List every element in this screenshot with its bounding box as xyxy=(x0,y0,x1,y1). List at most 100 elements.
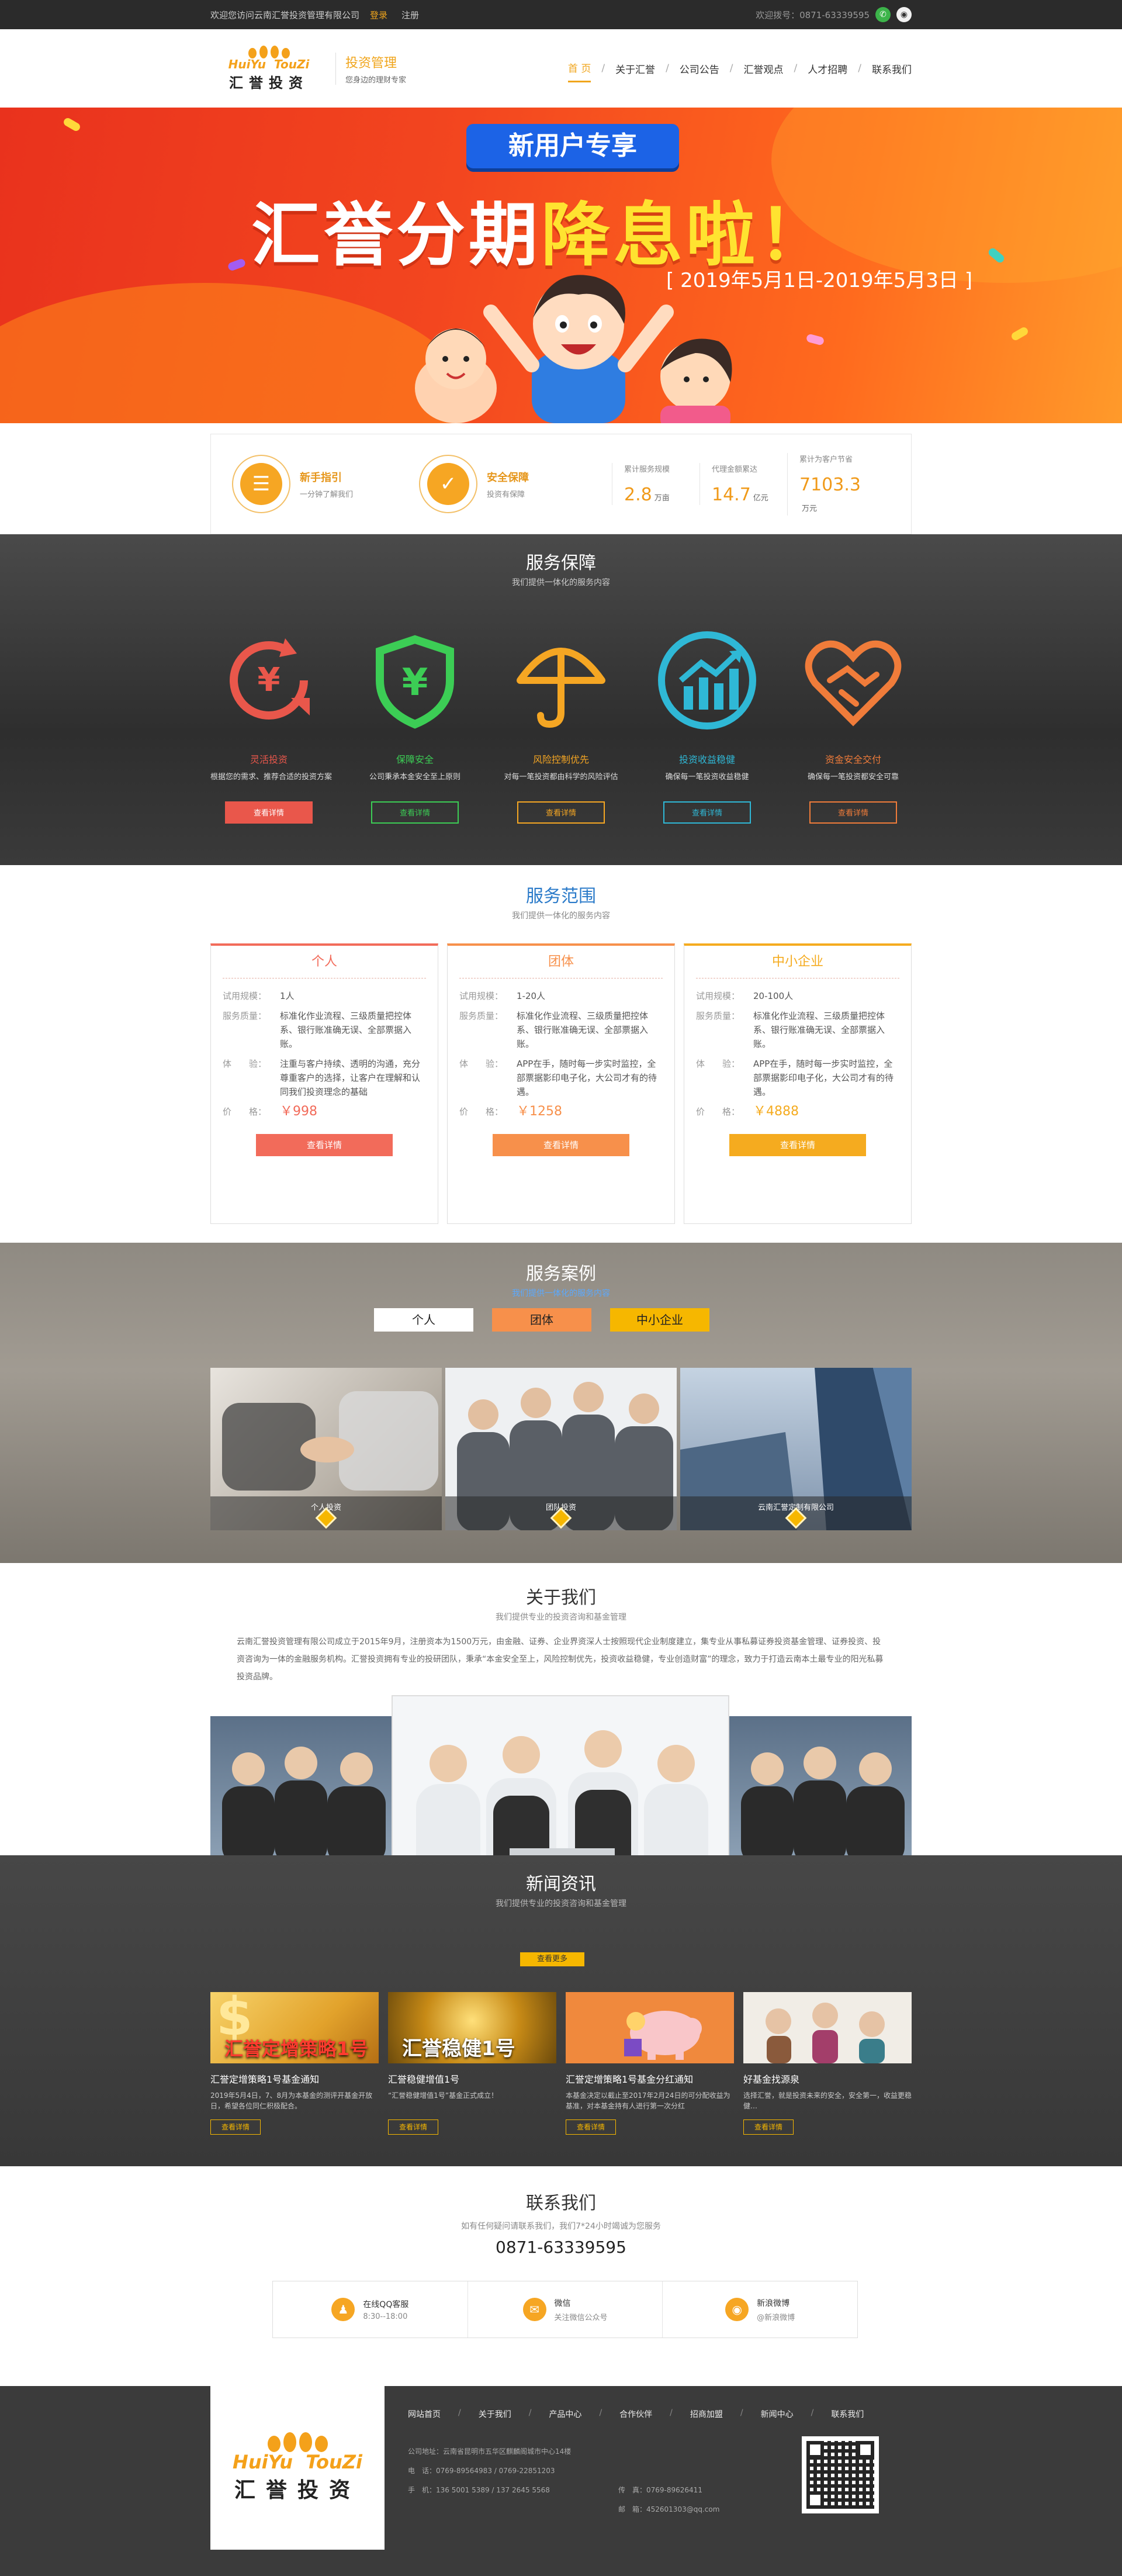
contact-detail: 8:30--18:00 xyxy=(363,2312,408,2321)
stat-label: 累计服务规模 xyxy=(624,465,670,474)
news-title: 汇誉定增策略1号基金分红通知 xyxy=(566,2074,694,2085)
guarantee-name: 资金安全交付 xyxy=(825,754,881,765)
footer-nav-contact[interactable]: 联系我们 xyxy=(831,2408,864,2420)
price: ￥4888 xyxy=(753,1104,799,1119)
case-card[interactable]: 团队投资 xyxy=(445,1368,677,1530)
stat-value: 14.7 xyxy=(712,485,751,505)
news-image-text: 汇誉稳健1号 xyxy=(402,2037,515,2060)
footer-nav-franchise[interactable]: 招商加盟 xyxy=(690,2408,723,2420)
logo[interactable]: HuiYu TouZi 汇誉投资 xyxy=(210,45,327,92)
guarantee-detail-button[interactable]: 查看详情 xyxy=(663,801,751,824)
contact-subtitle: 如有任何疑问请联系我们，我们7*24小时竭诚为您服务 xyxy=(461,2222,661,2231)
footer-nav-products[interactable]: 产品中心 xyxy=(549,2408,581,2420)
row-value: 标准化作业流程、三级质量把控体系、银行账准确无误、全部票据入账。 xyxy=(517,1011,649,1049)
guarantee-desc: 对每一笔投资都由科学的风险评估 xyxy=(504,773,618,782)
logo-en-left: HuiYu xyxy=(228,57,266,71)
row-value: 1-20人 xyxy=(517,991,546,1001)
news-detail-button[interactable]: 查看详情 xyxy=(743,2119,794,2135)
handshake-heart-icon xyxy=(805,640,902,727)
wechat-icon[interactable]: ✆ xyxy=(875,7,891,22)
growth-chart-icon xyxy=(658,631,756,729)
headline-part-b: 降息啦！ xyxy=(541,195,832,275)
nav-home[interactable]: 首 页 xyxy=(567,54,591,82)
guarantee-item: 资金安全交付 确保每一笔投资都安全可靠 查看详情 xyxy=(795,622,912,824)
footer-nav-home[interactable]: 网站首页 xyxy=(408,2408,441,2420)
contact-label: 在线QQ客服 xyxy=(363,2300,409,2309)
guarantee-item: 风险控制优先 对每一笔投资都由科学的风险评估 查看详情 xyxy=(503,622,619,824)
footer-fax: 传 真：0769-89626411 xyxy=(618,2486,702,2494)
news-more-button[interactable]: 查看更多 xyxy=(520,1952,584,1966)
section-subtitle: 我们提供专业的投资咨询和基金管理 xyxy=(496,1899,626,1908)
footer-info: 公司地址：云南省昆明市五华区麒麟阁城市中心14楼 电 话：0769-895649… xyxy=(408,2442,770,2519)
card-detail-button[interactable]: 查看详情 xyxy=(729,1134,866,1156)
cartoon-people-illustration xyxy=(415,275,732,423)
nav-views[interactable]: 汇誉观点 xyxy=(744,56,784,82)
nav-notice[interactable]: 公司公告 xyxy=(680,56,719,82)
row-key: 体 验： xyxy=(223,1059,267,1069)
yen-shield-icon: ¥ xyxy=(376,635,454,729)
welcome-text: 欢迎您访问云南汇誉投资管理有限公司 xyxy=(210,9,360,20)
scope-card-group: 团体 试用规模： 1-20人 服务质量： 标准化作业流程、三级质量把控体系、银行账准… xyxy=(447,943,675,1224)
feature-guide[interactable]: ☰ 新手指引 一分钟了解我们 xyxy=(232,455,419,513)
stat-value: 2.8 xyxy=(624,485,652,505)
news-item[interactable]: 好基金找源泉 选择汇誉，就是投资未来的安全，安全第一，收益更稳健… 查看详情 xyxy=(743,1992,912,2135)
card-detail-button[interactable]: 查看详情 xyxy=(256,1134,393,1156)
nav-jobs[interactable]: 人才招聘 xyxy=(808,56,847,82)
news-item[interactable]: 汇誉定增策略1号基金分红通知 本基金决定以截止至2017年2月24日的可分配收益… xyxy=(566,1992,734,2135)
guarantee-item: ¥ 灵活投资 根据您的需求、推荐合适的投资方案 查看详情 xyxy=(210,622,332,824)
weibo-icon[interactable]: ◉ xyxy=(896,7,912,22)
footer-email: 邮 箱：452601303@qq.com xyxy=(618,2505,720,2513)
register-link[interactable]: 注册 xyxy=(401,9,419,21)
news-detail-button[interactable]: 查看详情 xyxy=(566,2119,616,2135)
news-detail-button[interactable]: 查看详情 xyxy=(388,2119,438,2135)
brand-title: 投资管理 xyxy=(345,56,397,71)
paw-icon xyxy=(267,2432,328,2452)
tab-personal[interactable]: 个人 xyxy=(374,1308,473,1332)
stat-unit: 万元 xyxy=(802,504,818,513)
row-value: 注重与客户持续、透明的沟通，充分尊重客户的选择，让客户在理解和认同我们投资理念的… xyxy=(280,1059,421,1097)
row-value: 标准化作业流程、三级质量把控体系、银行账准确无误、全部票据入账。 xyxy=(753,1011,885,1049)
contact-wechat[interactable]: ✉ 微信 关注微信公众号 xyxy=(468,2281,663,2338)
feature-security[interactable]: ✓ 安全保障 投资有保障 xyxy=(419,455,606,513)
stat-unit: 万亩 xyxy=(654,494,670,503)
news-title: 汇誉稳健增值1号 xyxy=(388,2074,460,2085)
promo-banner[interactable]: 新用户专享 汇誉分期降息啦！ [ 2019年5月1日-2019年5月3日 ] xyxy=(0,108,1122,423)
logo-en-right: TouZi xyxy=(273,57,310,71)
contact-phone[interactable]: 0871-63339595 xyxy=(0,2238,1122,2257)
contact-detail: @新浪微博 xyxy=(757,2313,795,2322)
news-item[interactable]: 汇誉稳健1号 汇誉稳健增值1号 “汇誉稳健增值1号”基金正式成立！ 查看详情 xyxy=(388,1992,556,2135)
row-key: 服务质量： xyxy=(459,1011,504,1021)
stat-item: 累计服务规模 2.8 万亩 xyxy=(612,463,694,505)
card-detail-button[interactable]: 查看详情 xyxy=(493,1134,629,1156)
news-desc: “汇誉稳健增值1号”基金正式成立！ xyxy=(388,2091,498,2100)
row-key: 服务质量： xyxy=(223,1011,267,1021)
card-title: 团体 xyxy=(459,946,663,978)
guarantee-detail-button[interactable]: 查看详情 xyxy=(517,801,605,824)
tab-group[interactable]: 团体 xyxy=(492,1308,591,1332)
guarantee-detail-button[interactable]: 查看详情 xyxy=(225,801,313,824)
contact-weibo[interactable]: ◉ 新浪微博 @新浪微博 xyxy=(663,2281,857,2338)
news-detail-button[interactable]: 查看详情 xyxy=(210,2119,261,2135)
stat-item: 累计为客户节省 7103.3 万元 xyxy=(787,452,869,516)
nav-contact[interactable]: 联系我们 xyxy=(872,56,912,82)
logo-cn: 汇誉投资 xyxy=(234,2478,361,2502)
login-link[interactable]: 登录 xyxy=(370,9,387,21)
guarantee-name: 投资收益稳健 xyxy=(678,754,735,765)
nav-about[interactable]: 关于汇誉 xyxy=(615,56,655,82)
news-title: 好基金找源泉 xyxy=(743,2074,800,2085)
footer-nav-about[interactable]: 关于我们 xyxy=(479,2408,511,2420)
main-nav: 首 页 / 关于汇誉 / 公司公告 / 汇誉观点 / 人才招聘 / 联系我们 xyxy=(567,54,912,82)
footer-logo[interactable]: HuiYu TouZi 汇誉投资 xyxy=(210,2386,385,2550)
row-key: 试用规模： xyxy=(459,991,504,1001)
tab-sme[interactable]: 中小企业 xyxy=(610,1308,709,1332)
contact-qq[interactable]: ♟ 在线QQ客服 8:30--18:00 xyxy=(273,2281,468,2338)
guarantee-detail-button[interactable]: 查看详情 xyxy=(371,801,459,824)
news-item[interactable]: $ 汇誉定增策略1号 汇誉定增策略1号基金通知 2019年5月4日，7、8月为本… xyxy=(210,1992,379,2135)
row-value: 标准化作业流程、三级质量把控体系、银行账准确无误、全部票据入账。 xyxy=(280,1011,412,1049)
footer-nav-news[interactable]: 新闻中心 xyxy=(761,2408,794,2420)
case-card[interactable]: 个人投资 xyxy=(210,1368,442,1530)
case-card[interactable]: 云南汇誉定制有限公司 xyxy=(680,1368,912,1530)
section-title: 联系我们 xyxy=(526,2193,596,2214)
footer-nav-partners[interactable]: 合作伙伴 xyxy=(619,2408,652,2420)
guarantee-detail-button[interactable]: 查看详情 xyxy=(809,801,897,824)
